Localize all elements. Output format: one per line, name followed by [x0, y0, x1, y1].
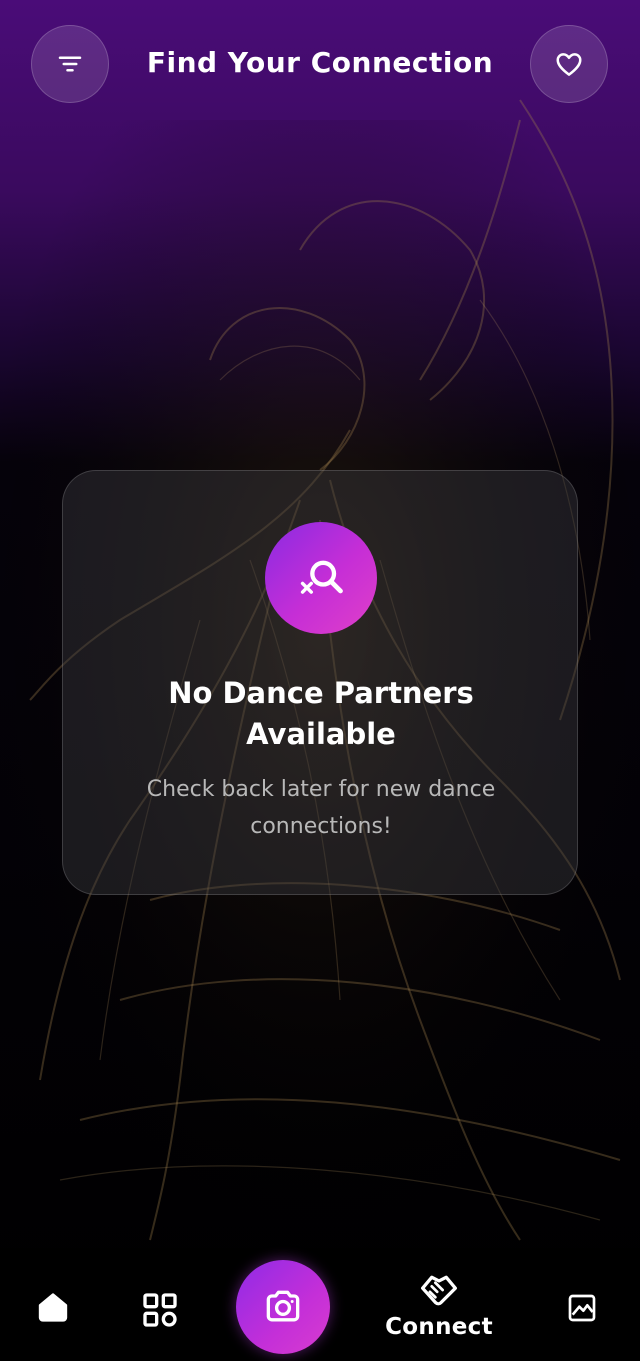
- nav-gallery[interactable]: [564, 1292, 600, 1324]
- connection-screen: Find Your Connection No Dance Partners A…: [0, 0, 640, 1361]
- home-icon: [38, 1293, 68, 1322]
- empty-state-title-line1: No Dance Partners: [168, 676, 474, 710]
- search-cancel-icon: [300, 560, 343, 594]
- page-title: Find Your Connection: [146, 46, 494, 79]
- empty-state-subtitle: Check back later for new dance connectio…: [103, 771, 539, 845]
- nav-home[interactable]: [33, 1290, 73, 1322]
- gallery-icon: [568, 1294, 596, 1322]
- filter-lines-icon: [58, 56, 82, 72]
- bottom-navigation: Connect: [0, 1248, 640, 1361]
- filter-button[interactable]: [31, 25, 109, 103]
- empty-state-card: No Dance Partners Available Check back l…: [62, 470, 578, 895]
- search-cancel-badge: [265, 522, 377, 634]
- handshake-icon: [421, 1275, 457, 1306]
- top-bar: Find Your Connection: [0, 0, 640, 130]
- empty-state-title-line2: Available: [246, 717, 396, 751]
- empty-state-subtitle-line1: Check back later for new dance: [146, 777, 496, 802]
- favorites-button[interactable]: [530, 25, 608, 103]
- heart-outline-icon: [556, 53, 582, 76]
- nav-connect[interactable]: Connect: [380, 1270, 498, 1340]
- empty-state-subtitle-line2: connections!: [250, 814, 392, 839]
- grid-icon: [143, 1293, 177, 1327]
- empty-state-title: No Dance Partners Available: [103, 673, 539, 755]
- nav-categories[interactable]: [138, 1290, 182, 1330]
- camera-icon: [266, 1290, 300, 1322]
- nav-connect-label: Connect: [385, 1314, 493, 1340]
- nav-camera-button[interactable]: [236, 1260, 330, 1354]
